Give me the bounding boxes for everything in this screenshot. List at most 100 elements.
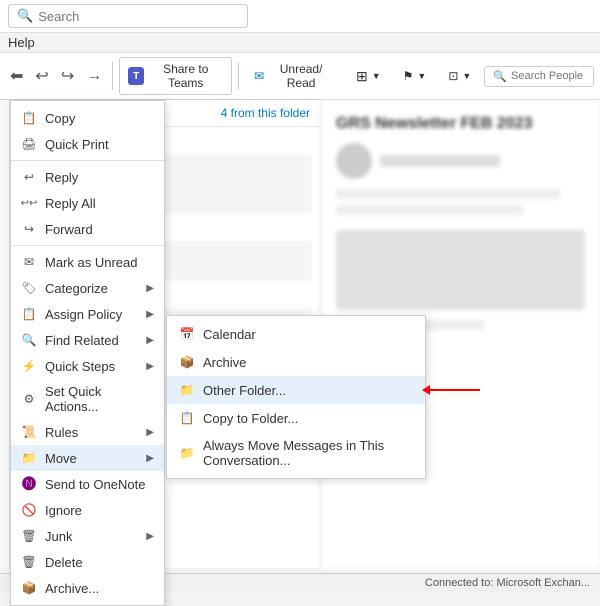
move-arrow: ▶ [146,453,154,464]
redo-icon: ↪ [61,68,74,85]
grid-dropdown-icon: ▼ [372,71,381,81]
divider-2 [11,245,164,246]
top-search-bar: 🔍 [0,0,600,33]
menu-copy-label: Copy [45,111,154,126]
view-button[interactable]: ⊡ ▼ [439,64,480,88]
submenu-item-calendar[interactable]: 📅 Calendar [167,320,425,348]
copy-folder-icon: 📋 [179,410,195,426]
mark-unread-icon: ✉ [21,254,37,270]
menu-item-ignore[interactable]: 🚫 Ignore [11,497,164,523]
menu-item-set-quick-actions[interactable]: ⚙ Set Quick Actions... [11,379,164,419]
archive-main-icon: 📦 [21,580,37,596]
submenu-item-archive[interactable]: 📦 Archive [167,348,425,376]
menu-mark-unread-label: Mark as Unread [45,255,154,270]
grid-icon: ⊞ [356,68,368,85]
flag-button[interactable]: ⚑ ▼ [394,64,436,88]
menu-item-move[interactable]: 📁 Move ▶ 📅 Calendar 📦 Archive 📁 Other Fo… [11,445,164,471]
sender-avatar [336,143,372,179]
menu-item-quick-print[interactable]: 🖨 Quick Print [11,131,164,157]
undo-icon: ↩ [35,68,48,85]
menu-item-forward[interactable]: ↪ Forward [11,216,164,242]
menu-item-categorize[interactable]: 🏷 Categorize ▶ [11,275,164,301]
menu-item-send-onenote[interactable]: 🅝 Send to OneNote [11,471,164,497]
assign-policy-icon: 📋 [21,306,37,322]
menu-item-junk[interactable]: 🗑 Junk ▶ [11,523,164,549]
submenu-item-always-move[interactable]: 📁 Always Move Messages in This Conversat… [167,432,425,474]
grid-view-button[interactable]: ⊞ ▼ [347,63,390,90]
copy-icon: 📋 [21,110,37,126]
move-submenu: 📅 Calendar 📦 Archive 📁 Other Folder... [166,315,426,479]
find-related-icon: 🔍 [21,332,37,348]
menu-item-assign-policy[interactable]: 📋 Assign Policy ▶ [11,301,164,327]
submenu-copy-folder-label: Copy to Folder... [203,411,413,426]
menu-item-delete[interactable]: 🗑 Delete [11,549,164,575]
print-icon: 🖨 [21,136,37,152]
menu-reply-all-label: Reply All [45,196,154,211]
flag-icon: ⚑ [403,69,414,83]
help-label: Help [8,35,35,50]
submenu-item-other-folder[interactable]: 📁 Other Folder... [167,376,425,404]
menu-archive-label: Archive... [45,581,154,596]
always-move-icon: 📁 [179,445,195,461]
preview-title: GRS Newsletter FEB 2023 [336,115,585,133]
menu-assign-policy-label: Assign Policy [45,307,138,322]
filter-link[interactable]: 4 from this folder [221,106,310,120]
submenu-item-copy-folder[interactable]: 📋 Copy to Folder... [167,404,425,432]
rules-arrow: ▶ [146,427,154,438]
back-button[interactable]: ⬅ [6,62,27,90]
quick-steps-arrow: ▶ [146,361,154,372]
search-people-input[interactable] [511,70,585,82]
forward-arrow-icon: → [86,67,102,84]
menu-item-copy[interactable]: 📋 Copy [11,105,164,131]
menu-item-rules[interactable]: 📜 Rules ▶ [11,419,164,445]
menu-rules-label: Rules [45,425,138,440]
view-icon: ⊡ [448,69,458,83]
submenu-always-move-label: Always Move Messages in This Conversatio… [203,438,413,468]
separator-2 [238,62,239,90]
arrow-head [422,385,430,395]
context-menu: 📋 Copy 🖨 Quick Print ↩ Reply ↩↩ Reply Al… [10,100,165,606]
archive-sub-icon: 📦 [179,354,195,370]
back-arrow-icon: ⬅ [10,68,23,85]
divider-1 [11,160,164,161]
search-people-box[interactable]: 🔍 [484,66,594,87]
ribbon: ⬅ ↩ ↪ → T Share to Teams ✉ Unread/ Read … [0,53,600,100]
view-dropdown-icon: ▼ [462,71,471,81]
separator-1 [112,62,113,90]
forward-icon: ↪ [21,221,37,237]
onenote-icon: 🅝 [21,476,37,492]
unread-read-button[interactable]: ✉ Unread/ Read [245,57,343,95]
menu-item-archive[interactable]: 📦 Archive... [11,575,164,601]
forward-button[interactable]: → [82,63,106,89]
main-search-box[interactable]: 🔍 [8,4,248,28]
ignore-icon: 🚫 [21,502,37,518]
menu-item-quick-steps[interactable]: ⚡ Quick Steps ▶ [11,353,164,379]
preview-image [336,230,585,310]
envelope-icon: ✉ [254,69,264,83]
menu-item-reply-all[interactable]: ↩↩ Reply All [11,190,164,216]
search-icon: 🔍 [17,8,33,24]
delete-icon: 🗑 [21,554,37,570]
menu-item-mark-unread[interactable]: ✉ Mark as Unread [11,249,164,275]
reply-icon: ↩ [21,169,37,185]
arrow-line [430,389,480,391]
find-related-arrow: ▶ [146,335,154,346]
menu-item-find-related[interactable]: 🔍 Find Related ▶ [11,327,164,353]
junk-arrow: ▶ [146,531,154,542]
menu-item-reply[interactable]: ↩ Reply [11,164,164,190]
submenu-archive-label: Archive [203,355,413,370]
menu-send-onenote-label: Send to OneNote [45,477,154,492]
left-panel [0,100,10,568]
menu-categorize-label: Categorize [45,281,138,296]
redo-button[interactable]: ↪ [57,62,78,90]
preview-line-1 [336,189,560,199]
share-teams-label: Share to Teams [148,62,223,90]
menu-delete-label: Delete [45,555,154,570]
main-area: 📋 Copy 🖨 Quick Print ↩ Reply ↩↩ Reply Al… [0,100,600,568]
undo-button[interactable]: ↩ [31,62,52,90]
share-teams-button[interactable]: T Share to Teams [119,57,232,95]
submenu-calendar-label: Calendar [203,327,413,342]
main-search-input[interactable] [38,9,239,24]
assign-policy-arrow: ▶ [146,309,154,320]
menu-quick-print-label: Quick Print [45,137,154,152]
